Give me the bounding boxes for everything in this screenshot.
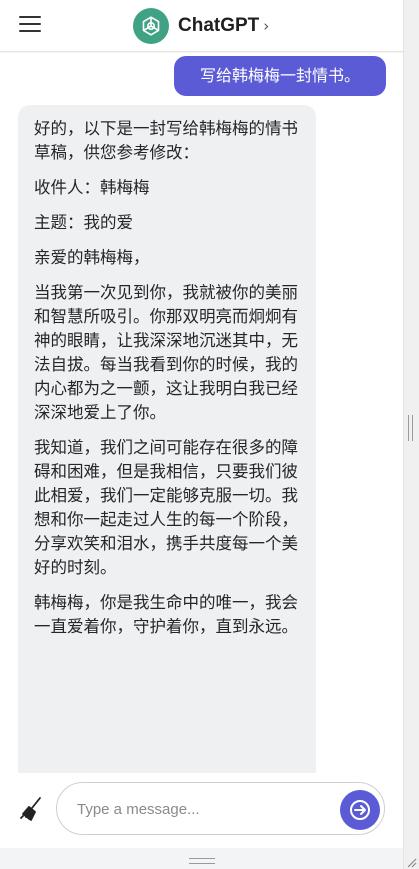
arrow-right-icon (350, 800, 370, 820)
chevron-right-icon: › (263, 17, 270, 35)
chat-area: 写给韩梅梅一封情书。 好的，以下是一封写给韩梅梅的情书草稿，供您参考修改： 收件… (0, 53, 403, 773)
message-paragraph: 当我第一次见到你，我就被你的美丽和智慧所吸引。你那双明亮而炯炯有神的眼睛，让我深… (34, 283, 298, 422)
message-paragraph: 韩梅梅，你是我生命中的唯一，我会一直爱着你，守护着你，直到永远。 (34, 593, 298, 636)
message-paragraph: 收件人：韩梅梅 (34, 178, 150, 197)
message-input-wrapper (56, 782, 385, 835)
model-selector[interactable]: ChatGPT › (133, 8, 269, 44)
menu-icon[interactable] (19, 16, 41, 36)
broom-icon[interactable] (18, 795, 46, 823)
app-title: ChatGPT (178, 15, 260, 36)
bottom-resize-handle[interactable] (189, 858, 215, 864)
resize-corner-icon[interactable] (405, 856, 417, 868)
openai-logo-icon (133, 8, 169, 44)
assistant-message: 好的，以下是一封写给韩梅梅的情书草稿，供您参考修改： 收件人：韩梅梅 主题：我的… (18, 105, 316, 773)
message-paragraph: 我知道，我们之间可能存在很多的障碍和困难，但是我相信，只要我们彼此相爱，我们一定… (34, 438, 298, 577)
message-paragraph: 主题：我的爱 (34, 213, 133, 232)
send-button[interactable] (340, 790, 380, 830)
message-input[interactable] (77, 797, 327, 821)
message-paragraph: 亲爱的韩梅梅， (34, 248, 150, 267)
top-bar: ChatGPT › (0, 0, 403, 52)
user-message: 写给韩梅梅一封情书。 (174, 56, 386, 96)
composer (0, 773, 403, 848)
panel-drag-handle[interactable] (408, 415, 413, 441)
message-paragraph: 好的，以下是一封写给韩梅梅的情书草稿，供您参考修改： (34, 119, 298, 162)
